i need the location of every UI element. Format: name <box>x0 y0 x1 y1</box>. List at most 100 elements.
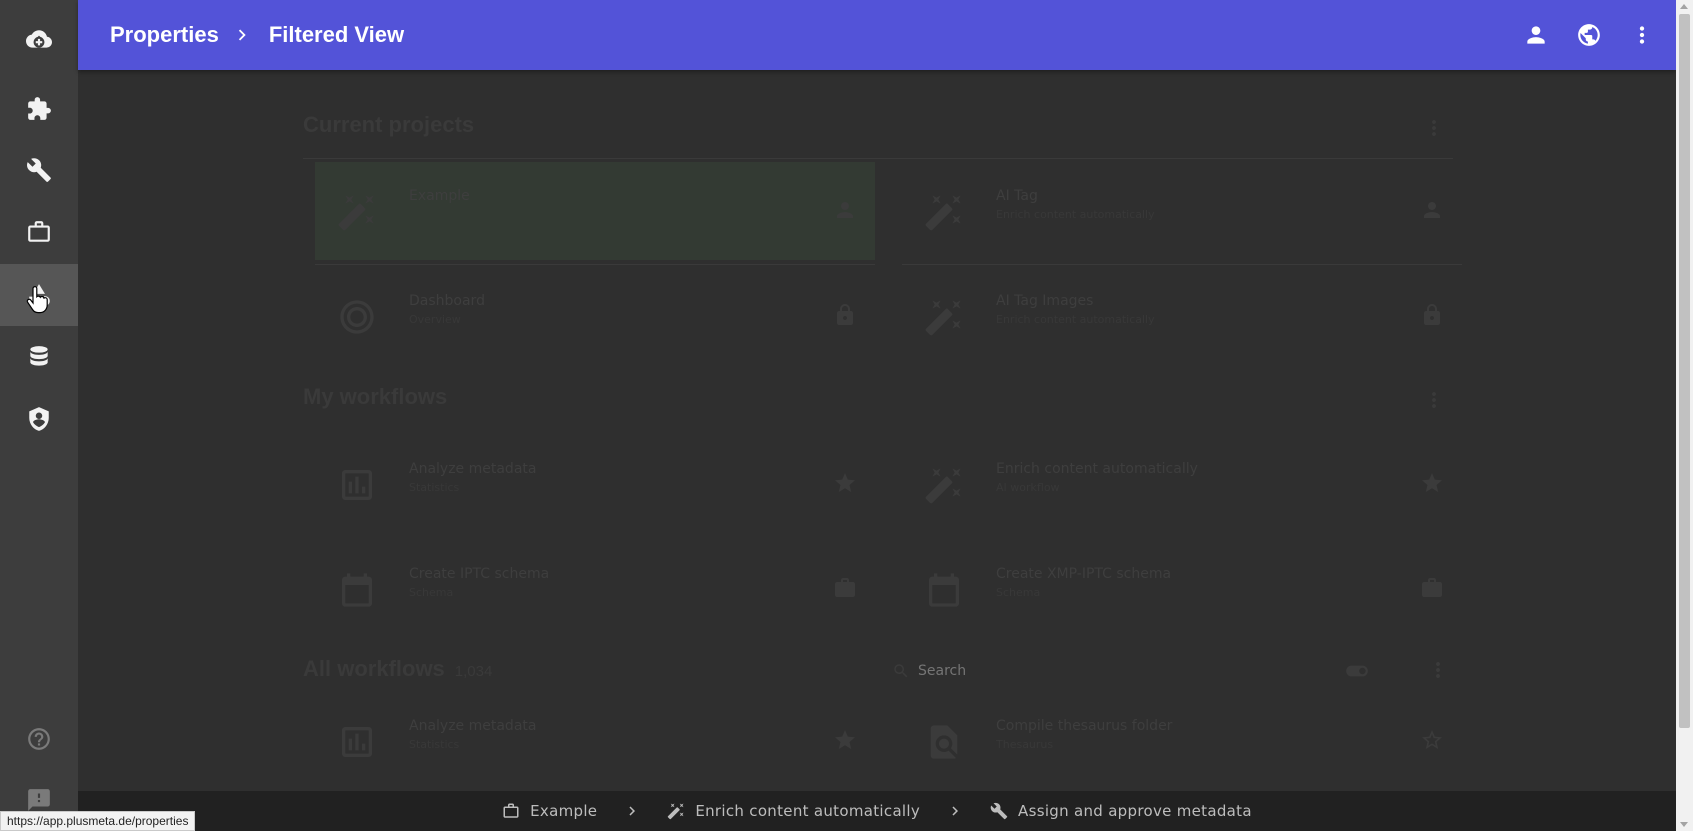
project-title: Dashboard <box>409 293 485 309</box>
help-icon <box>28 728 50 750</box>
divider <box>315 264 875 265</box>
workflow-card[interactable]: Analyze metadata Statistics <box>315 692 875 790</box>
star-icon[interactable] <box>833 471 857 495</box>
all-workflows-count: 1,034 <box>454 663 493 680</box>
calendar-icon <box>337 570 377 610</box>
magic-wand-icon <box>924 297 964 337</box>
sidebar-item-upload[interactable] <box>0 9 78 71</box>
workflow-subtitle: Statistics <box>409 738 460 751</box>
project-subtitle: Enrich content automatically <box>996 313 1155 326</box>
workflow-card[interactable]: Compile thesaurus folder Thesaurus <box>902 692 1462 790</box>
project-card[interactable]: AI Tag Enrich content automatically <box>902 162 1462 260</box>
bottom-step-enrich[interactable]: Enrich content automatically <box>667 802 920 820</box>
sidebar-item-extensions[interactable] <box>0 78 78 140</box>
workflow-subtitle: Schema <box>996 586 1041 599</box>
chart-icon <box>337 722 377 762</box>
workflow-search-input[interactable] <box>918 659 1298 683</box>
account-button[interactable] <box>1509 9 1562 62</box>
star-icon[interactable] <box>833 728 857 752</box>
sidebar-item-data[interactable] <box>0 326 78 388</box>
briefcase-icon <box>1420 576 1444 600</box>
bottom-step-assign[interactable]: Assign and approve metadata <box>990 802 1252 820</box>
divider <box>303 158 1453 159</box>
target-icon <box>337 297 377 337</box>
shield-icon <box>29 407 49 431</box>
bottom-step-label: Assign and approve metadata <box>1018 802 1252 820</box>
sidebar-item-tools[interactable] <box>0 139 78 201</box>
project-group-icon <box>1420 198 1444 222</box>
magic-wand-icon <box>337 192 377 232</box>
cloud-upload-icon <box>26 30 52 48</box>
star-icon[interactable] <box>1420 471 1444 495</box>
more-vert-icon <box>1432 392 1436 408</box>
workflow-subtitle: Thesaurus <box>996 738 1054 751</box>
chart-icon <box>337 465 377 505</box>
briefcase-icon <box>28 221 50 242</box>
bottom-step-label: Enrich content automatically <box>695 802 921 820</box>
more-vert-icon <box>1432 120 1436 136</box>
top-actions <box>1509 0 1676 70</box>
puzzle-icon <box>28 97 51 120</box>
workflow-title: Compile thesaurus folder <box>996 718 1173 734</box>
sidebar-item-help[interactable] <box>0 708 78 770</box>
status-bar-url: https://app.plusmeta.de/properties <box>0 811 196 831</box>
project-title: Example <box>409 188 470 204</box>
page-scrollbar[interactable] <box>1676 0 1693 831</box>
more-vert-icon[interactable] <box>1426 658 1450 684</box>
bottom-step-project[interactable]: Example <box>502 802 597 820</box>
sidebar-item-admin[interactable] <box>0 388 78 450</box>
wrench-icon <box>27 158 51 182</box>
all-workflows-title: All workflows 1,034 <box>303 656 492 682</box>
my-workflows-more[interactable] <box>1422 388 1446 412</box>
lock-icon <box>1420 303 1444 327</box>
workflow-subtitle: AI workflow <box>996 481 1060 494</box>
magic-wand-icon <box>924 192 964 232</box>
chevron-right-icon <box>952 806 959 816</box>
star-outline-icon[interactable] <box>1420 728 1444 752</box>
scroll-up-arrow[interactable] <box>1680 4 1688 9</box>
project-title: AI Tag <box>996 188 1038 204</box>
find-in-page-icon <box>924 722 964 762</box>
workflow-title: Enrich content automatically <box>996 461 1198 477</box>
more-menu-button[interactable] <box>1615 9 1668 62</box>
top-app-bar: Properties Filtered View <box>78 0 1676 70</box>
lock-icon <box>833 303 857 327</box>
database-icon <box>30 346 48 366</box>
chevron-right-icon <box>629 806 636 816</box>
my-workflows-title: My workflows <box>303 384 448 409</box>
feedback-icon <box>28 789 50 811</box>
project-title: AI Tag Images <box>996 293 1094 309</box>
workflow-title: Analyze metadata <box>409 461 537 477</box>
globe-icon <box>1577 24 1600 46</box>
sidebar-item-projects[interactable] <box>0 201 78 263</box>
divider <box>902 264 1462 265</box>
language-button[interactable] <box>1562 9 1615 62</box>
current-projects-title: Current projects <box>303 112 475 137</box>
project-card[interactable]: AI Tag Images Enrich content automatical… <box>902 267 1462 365</box>
workflow-card[interactable]: Create IPTC schema Schema <box>315 540 875 638</box>
workflow-title: Analyze metadata <box>409 718 537 734</box>
breadcrumb-properties[interactable]: Properties <box>110 22 219 48</box>
current-projects-more[interactable] <box>1422 116 1446 140</box>
magic-wand-icon <box>668 803 684 820</box>
workflow-card[interactable]: Analyze metadata Statistics <box>315 435 875 533</box>
scroll-thumb[interactable] <box>1679 14 1690 728</box>
main-content-overlay: Current projects Example AI Tag Enrich c… <box>78 70 1676 791</box>
person-icon <box>1526 26 1545 44</box>
project-card[interactable]: Dashboard Overview <box>315 267 875 365</box>
project-person-icon <box>833 198 857 222</box>
sidebar <box>0 0 78 831</box>
workflow-subtitle: Schema <box>409 586 454 599</box>
filter-toggle-icon[interactable] <box>1344 658 1374 684</box>
workflow-subtitle: Statistics <box>409 481 460 494</box>
scroll-down-arrow[interactable] <box>1680 822 1688 827</box>
chevron-right-icon <box>238 29 246 41</box>
workflow-title: Create XMP-IPTC schema <box>996 566 1172 582</box>
workflow-title: Create IPTC schema <box>409 566 550 582</box>
project-subtitle: Enrich content automatically <box>996 208 1155 221</box>
project-card[interactable]: Example <box>315 162 875 260</box>
workflow-card[interactable]: Create XMP-IPTC schema Schema <box>902 540 1462 638</box>
project-subtitle: Overview <box>409 313 461 326</box>
briefcase-outline-icon <box>503 803 519 818</box>
workflow-card[interactable]: Enrich content automatically AI workflow <box>902 435 1462 533</box>
